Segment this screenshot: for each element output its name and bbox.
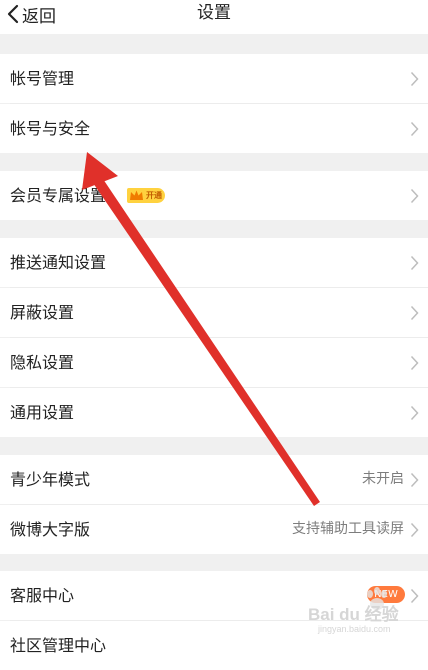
row-general-settings[interactable]: 通用设置 — [0, 388, 428, 437]
row-label: 屏蔽设置 — [10, 303, 75, 322]
chevron-right-icon — [410, 355, 419, 371]
chevron-right-icon — [410, 255, 419, 271]
page-title: 设置 — [197, 3, 231, 23]
row-account-management[interactable]: 帐号管理 — [0, 54, 428, 103]
row-large-font[interactable]: 微博大字版 支持辅助工具读屏 — [0, 505, 428, 554]
vip-open-badge[interactable]: 开通 — [127, 188, 165, 203]
row-label: 微博大字版 — [10, 520, 91, 539]
header-bar: 返回 设置 — [0, 0, 428, 34]
row-label: 会员专属设置 — [10, 186, 107, 205]
row-privacy-settings[interactable]: 隐私设置 — [0, 338, 428, 387]
chevron-right-icon — [410, 405, 419, 421]
chevron-right-icon — [410, 121, 419, 137]
row-youth-mode[interactable]: 青少年模式 未开启 — [0, 455, 428, 504]
row-vip-settings[interactable]: 会员专属设置 — [0, 171, 428, 220]
vip-badge-text: 开通 — [146, 191, 162, 200]
new-badge: NEW — [367, 586, 405, 603]
row-label: 青少年模式 — [10, 470, 91, 489]
row-label: 帐号管理 — [10, 69, 75, 88]
row-customer-service[interactable]: 客服中心 — [0, 571, 428, 620]
row-label: 隐私设置 — [10, 353, 75, 372]
chevron-right-icon — [410, 188, 419, 204]
row-block-settings[interactable]: 屏蔽设置 — [0, 288, 428, 337]
row-value: 支持辅助工具读屏 — [292, 521, 404, 537]
row-label: 客服中心 — [10, 586, 75, 605]
row-label: 帐号与安全 — [10, 119, 91, 138]
chevron-right-icon — [410, 71, 419, 87]
row-value: 未开启 — [362, 471, 404, 487]
row-account-security[interactable]: 帐号与安全 — [0, 104, 428, 153]
row-community-management[interactable]: 社区管理中心 — [0, 621, 428, 670]
row-push-notifications[interactable]: 推送通知设置 — [0, 238, 428, 287]
chevron-right-icon — [410, 522, 419, 538]
chevron-right-icon — [410, 305, 419, 321]
chevron-right-icon — [410, 588, 419, 604]
chevron-right-icon — [410, 472, 419, 488]
row-label: 通用设置 — [10, 403, 75, 422]
row-label: 社区管理中心 — [10, 636, 107, 655]
row-label: 推送通知设置 — [10, 253, 107, 272]
crown-icon — [130, 190, 143, 200]
